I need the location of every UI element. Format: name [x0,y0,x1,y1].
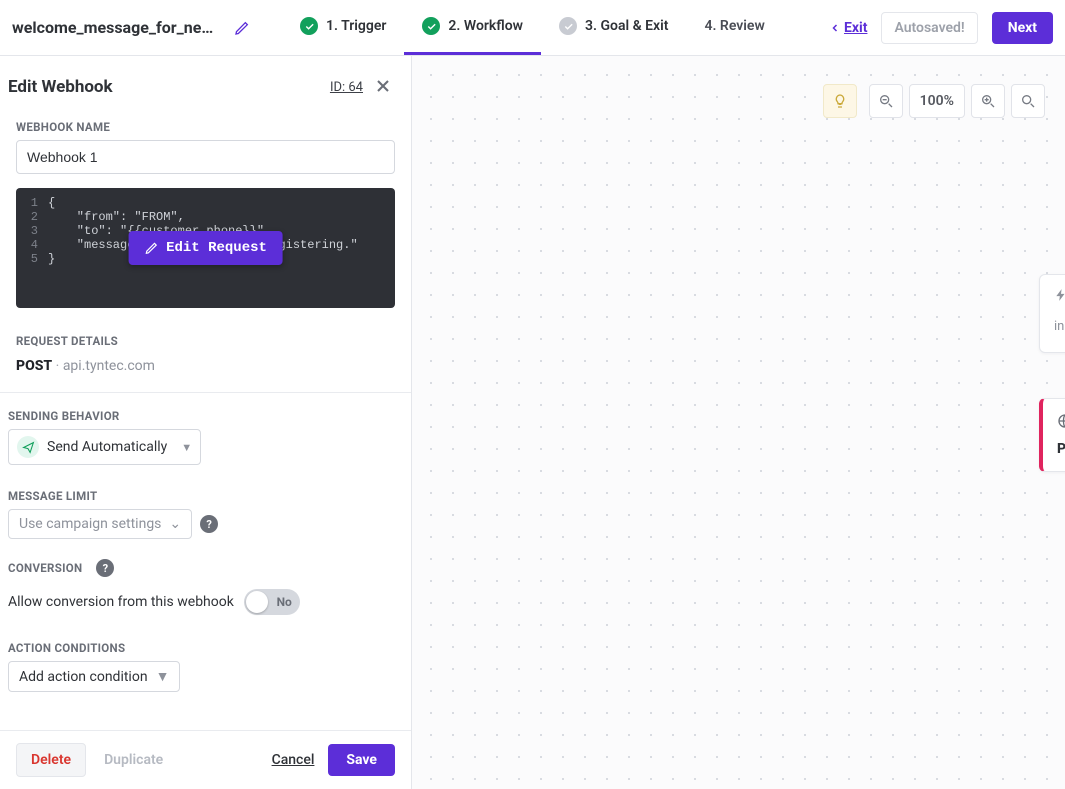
edit-request-button[interactable]: Edit Request [128,231,283,265]
step-label: 4. Review [704,18,764,34]
step-goal-exit[interactable]: 3. Goal & Exit [541,0,686,55]
check-icon [300,17,318,35]
id-link[interactable]: ID: 64 [330,80,363,95]
zoom-out-button[interactable] [869,84,903,118]
message-limit-label: MESSAGE LIMIT [0,471,411,509]
topbar: welcome_message_for_new_u… 1. Trigger 2.… [0,0,1065,56]
toggle-value: No [277,595,292,609]
chevron-down-icon: ▼ [156,668,170,685]
campaign-title: welcome_message_for_new_u… [12,18,222,37]
allow-conversion-toggle[interactable]: No [244,589,300,615]
trigger-node[interactable]: Trigger in Signed up [1039,274,1065,353]
select-value: Use campaign settings [19,516,161,532]
trigger-in-text: in [1054,319,1064,334]
step-review[interactable]: 4. Review [686,0,782,55]
step-label: 2. Workflow [448,18,523,34]
cancel-button[interactable]: Cancel [272,752,315,768]
globe-icon [1057,413,1065,429]
chevron-down-icon: ▼ [181,441,192,454]
workflow-canvas[interactable]: 100% Trigger in Signed up [412,56,1065,789]
zoom-in-button[interactable] [971,84,1005,118]
panel-footer: Delete Duplicate Cancel Save [0,730,411,789]
step-label: 1. Trigger [326,18,386,34]
zoom-level[interactable]: 100% [909,84,965,118]
webhook-name-input[interactable] [16,140,395,174]
check-icon [422,17,440,35]
webhook-name-label: WEBHOOK NAME [0,110,411,140]
webhook-method: POST [1057,441,1065,457]
request-url: api.tyntec.com [63,358,155,374]
step-workflow[interactable]: 2. Workflow [404,0,541,55]
delete-button[interactable]: Delete [16,743,86,777]
action-conditions-label: ACTION CONDITIONS [0,627,411,661]
select-value: Add action condition [19,669,148,685]
edit-request-label: Edit Request [166,240,267,256]
request-body-preview: 1{ 2 "from": "FROM", 3 "to": "{{customer… [16,188,395,308]
lightbulb-icon[interactable] [823,84,857,118]
exit-link[interactable]: Exit [829,20,867,36]
sending-behavior-label: SENDING BEHAVIOR [0,399,411,429]
save-button[interactable]: Save [328,744,395,776]
check-icon [559,17,577,35]
sending-behavior-select[interactable]: Send Automatically ▼ [8,429,201,465]
conversion-label: CONVERSION [8,561,82,575]
help-icon[interactable]: ? [96,559,114,577]
edit-panel: Edit Webhook ID: 64 WEBHOOK NAME 1{ 2 "f… [0,56,412,789]
chevron-down-icon: ⌄ [169,516,181,532]
panel-title: Edit Webhook [8,77,330,97]
zoom-fit-button[interactable] [1011,84,1045,118]
close-icon[interactable] [373,76,395,98]
canvas-grid [412,56,1065,789]
lightning-icon [1054,288,1065,302]
select-value: Send Automatically [47,439,167,455]
allow-conversion-text: Allow conversion from this webhook [8,594,234,610]
step-trigger[interactable]: 1. Trigger [282,0,404,55]
duplicate-button[interactable]: Duplicate [100,744,167,776]
autosaved-badge: Autosaved! [881,12,977,44]
help-icon[interactable]: ? [200,515,218,533]
webhook-node[interactable]: Webhook 1 POST · api.tyntec.com [1039,398,1065,472]
next-button[interactable]: Next [992,12,1053,44]
request-method: POST [16,358,52,374]
exit-label: Exit [844,20,867,36]
pencil-icon[interactable] [230,16,254,40]
step-label: 3. Goal & Exit [585,18,668,34]
request-details-label: REQUEST DETAILS [0,324,411,354]
send-icon [17,436,39,458]
message-limit-select[interactable]: Use campaign settings ⌄ [8,509,192,539]
action-conditions-select[interactable]: Add action condition ▼ [8,661,180,692]
